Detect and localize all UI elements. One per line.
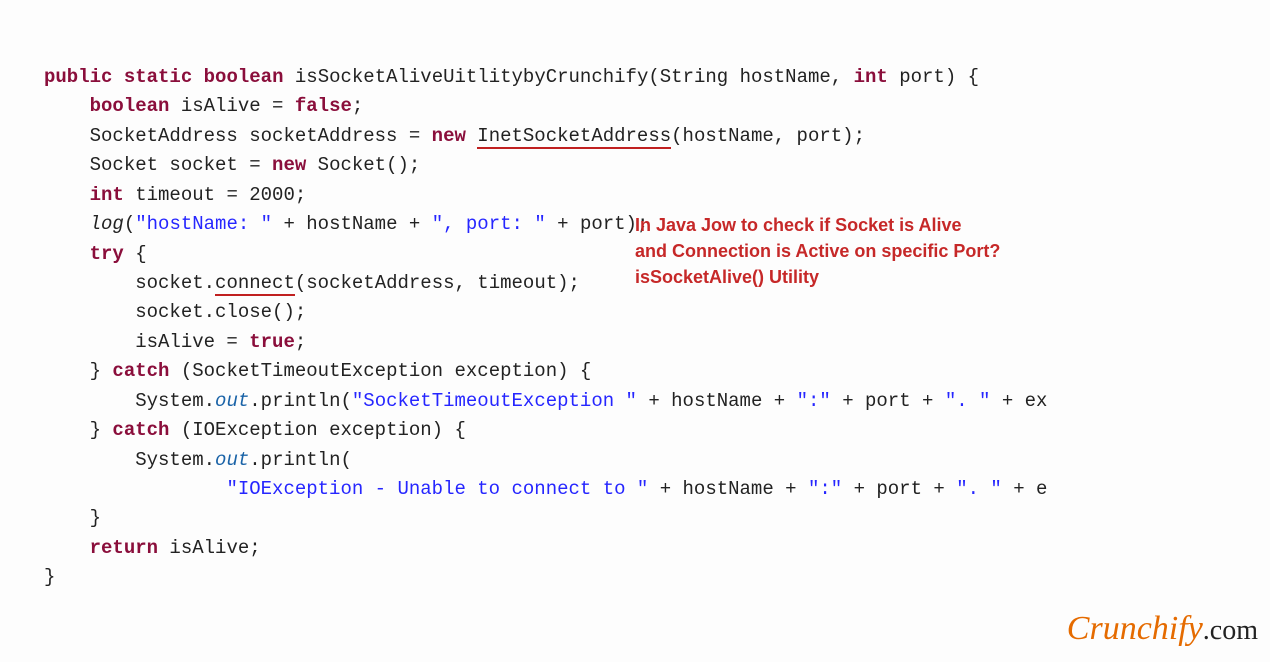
annotation-line2: and Connection is Active on specific Por… — [635, 241, 1000, 261]
kw-int: int — [854, 66, 888, 88]
l3-args: (hostName, port); — [671, 125, 865, 147]
l13-args: (IOException exception) { — [169, 419, 465, 441]
kw-boolean: boolean — [204, 66, 284, 88]
l14-out: out — [215, 449, 249, 471]
l2-semi: ; — [352, 95, 363, 117]
l18: } — [44, 566, 55, 588]
l11-close: } — [90, 360, 113, 382]
l4-ctor: Socket(); — [306, 154, 420, 176]
params-1: (String hostName, — [648, 66, 853, 88]
l12-s1: "SocketTimeoutException " — [352, 390, 637, 412]
l10-semi: ; — [295, 331, 306, 353]
l16: } — [90, 507, 101, 529]
kw-new-2: new — [272, 154, 306, 176]
l6-mid: + hostName + — [272, 213, 432, 235]
l6-s2: ", port: " — [432, 213, 546, 235]
l5-rest: timeout = 2000; — [124, 184, 306, 206]
l6-open: ( — [124, 213, 135, 235]
l9: socket.close(); — [135, 301, 306, 323]
l15-mid: + hostName + — [648, 478, 808, 500]
method-name: isSocketAliveUitlitybyCrunchify — [295, 66, 648, 88]
kw-new-1: new — [432, 125, 466, 147]
kw-static: static — [124, 66, 192, 88]
l6-end: + port); — [546, 213, 649, 235]
l17-rest: isAlive; — [158, 537, 261, 559]
connect-fn: connect — [215, 272, 295, 296]
kw-int-2: int — [90, 184, 124, 206]
kw-try: try — [90, 243, 124, 265]
l15-end: + e — [1002, 478, 1048, 500]
kw-boolean-2: boolean — [90, 95, 170, 117]
inet-socket-address: InetSocketAddress — [477, 125, 671, 149]
l8-args: (socketAddress, timeout); — [295, 272, 580, 294]
annotation-line3: isSocketAlive() Utility — [635, 267, 819, 287]
l12-pre: System. — [135, 390, 215, 412]
l12-mid3: + port + — [831, 390, 945, 412]
params-2: port) { — [888, 66, 979, 88]
l15-s1: "IOException - Unable to connect to " — [226, 478, 648, 500]
l10-lhs: isAlive = — [135, 331, 249, 353]
l12-end: + ex — [990, 390, 1047, 412]
l12-mid: .println( — [249, 390, 352, 412]
l15-s3: ". " — [956, 478, 1002, 500]
l7-brace: { — [124, 243, 147, 265]
kw-true: true — [249, 331, 295, 353]
brand-dotcom: .com — [1203, 615, 1258, 646]
l3-decl: SocketAddress socketAddress = — [90, 125, 432, 147]
brand-script: Crunchify — [1067, 610, 1203, 647]
l8-obj: socket. — [135, 272, 215, 294]
l14-pre: System. — [135, 449, 215, 471]
line-highlight — [0, 33, 1270, 62]
l14-end: .println( — [249, 449, 352, 471]
annotation-line1: In Java Jow to check if Socket is Alive — [635, 215, 961, 235]
l6-s1: "hostName: " — [135, 213, 272, 235]
l11-args: (SocketTimeoutException exception) { — [169, 360, 591, 382]
l12-s2: ":" — [797, 390, 831, 412]
watermark: Crunchify.com — [1067, 603, 1258, 656]
l4-decl: Socket socket = — [90, 154, 272, 176]
kw-return: return — [90, 537, 158, 559]
annotation-overlay: In Java Jow to check if Socket is Alive … — [635, 212, 1065, 290]
l12-out: out — [215, 390, 249, 412]
l12-s3: ". " — [945, 390, 991, 412]
l15-s2: ":" — [808, 478, 842, 500]
log-fn: log — [90, 213, 124, 235]
kw-catch-2: catch — [112, 419, 169, 441]
kw-false: false — [295, 95, 352, 117]
l2-rest: isAlive = — [169, 95, 294, 117]
kw-public: public — [44, 66, 112, 88]
l15-mid2: + port + — [842, 478, 956, 500]
l13-close: } — [90, 419, 113, 441]
kw-catch-1: catch — [112, 360, 169, 382]
l12-mid2: + hostName + — [637, 390, 797, 412]
code-block: public static boolean isSocketAliveUitli… — [0, 0, 1270, 662]
